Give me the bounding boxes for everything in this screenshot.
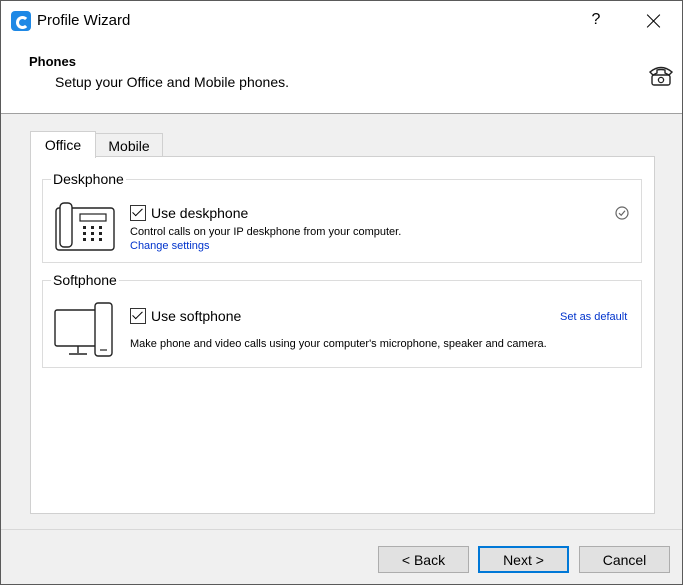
change-settings-link[interactable]: Change settings bbox=[130, 240, 210, 252]
set-as-default-link[interactable]: Set as default bbox=[560, 311, 627, 323]
page-subtitle: Setup your Office and Mobile phones. bbox=[55, 74, 290, 90]
wizard-header: Phones Setup your Office and Mobile phon… bbox=[1, 41, 682, 114]
title-bar: Profile Wizard ? bbox=[1, 1, 682, 41]
telephone-icon bbox=[648, 66, 674, 86]
page-title: Phones bbox=[29, 54, 76, 69]
deskphone-group-title: Deskphone bbox=[51, 171, 126, 187]
deskphone-group: Deskphone Use deskphone Control calls on… bbox=[42, 171, 642, 263]
tab-office[interactable]: Office bbox=[30, 131, 96, 158]
office-tab-panel: Deskphone Use deskphone Control calls on… bbox=[30, 156, 655, 514]
softphone-description: Make phone and video calls using your co… bbox=[130, 338, 547, 350]
use-deskphone-checkbox[interactable] bbox=[130, 205, 146, 221]
use-softphone-checkbox[interactable] bbox=[130, 308, 146, 324]
tab-mobile[interactable]: Mobile bbox=[95, 133, 163, 157]
footer-divider bbox=[1, 529, 682, 530]
back-button[interactable]: < Back bbox=[378, 546, 469, 573]
next-button[interactable]: Next > bbox=[478, 546, 569, 573]
softphone-group: Softphone Use softphone Set as default M… bbox=[42, 272, 642, 368]
app-logo-icon bbox=[11, 11, 31, 31]
check-circle-icon bbox=[615, 206, 629, 220]
use-deskphone-label[interactable]: Use deskphone bbox=[151, 205, 248, 221]
use-softphone-label[interactable]: Use softphone bbox=[151, 308, 241, 324]
close-button[interactable] bbox=[641, 9, 665, 33]
computer-phone-icon bbox=[54, 302, 113, 357]
deskphone-icon bbox=[55, 202, 115, 251]
window-title: Profile Wizard bbox=[37, 12, 131, 29]
profile-wizard-window: Profile Wizard ? Phones Setup your Offic… bbox=[0, 0, 683, 585]
help-button[interactable]: ? bbox=[586, 11, 606, 29]
softphone-group-title: Softphone bbox=[51, 272, 119, 288]
cancel-button[interactable]: Cancel bbox=[579, 546, 670, 573]
deskphone-description: Control calls on your IP deskphone from … bbox=[130, 226, 402, 238]
